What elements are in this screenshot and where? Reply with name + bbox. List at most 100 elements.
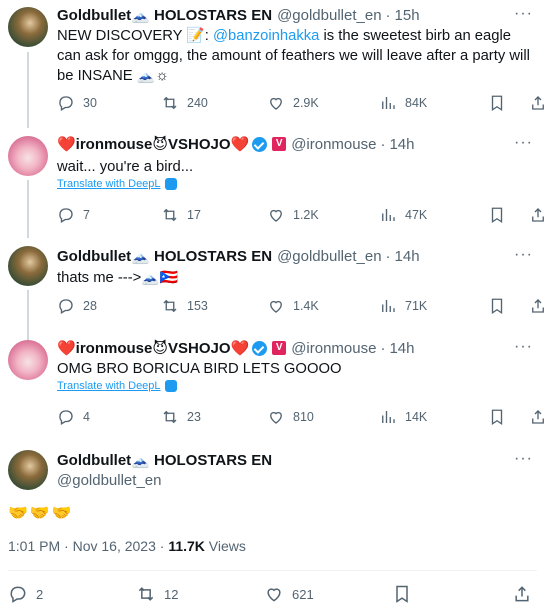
- views-button[interactable]: 84K: [379, 94, 427, 112]
- like-button[interactable]: 1.4K: [267, 297, 319, 315]
- repost-count: 153: [187, 299, 208, 313]
- author-handle[interactable]: @ironmouse: [291, 340, 376, 357]
- bookmark-icon: [491, 207, 503, 224]
- bookmark-icon: [396, 585, 408, 603]
- tweet-4[interactable]: ❤️ironmouse😈VSHOJO❤️ V @ironmouse · 14h …: [0, 334, 545, 434]
- share-button[interactable]: [529, 94, 545, 112]
- tweet-3[interactable]: Goldbullet🗻 HOLOSTARS EN @goldbullet_en …: [0, 240, 545, 344]
- reply-count: 4: [83, 410, 90, 424]
- author-name[interactable]: ❤️ironmouse😈VSHOJO❤️: [57, 135, 249, 153]
- thread-line: [27, 180, 29, 238]
- more-options-icon[interactable]: ···: [514, 450, 533, 468]
- tweet-time[interactable]: 14h: [389, 136, 414, 153]
- more-options-icon[interactable]: ···: [514, 246, 533, 264]
- repost-count: 12: [164, 586, 179, 602]
- avatar-goldbullet[interactable]: [8, 450, 48, 490]
- repost-button[interactable]: 240: [161, 94, 208, 112]
- reply-icon: [59, 299, 73, 314]
- heart-icon: [270, 97, 282, 110]
- repost-icon: [138, 587, 154, 601]
- separator-dot: ·: [380, 339, 386, 357]
- avatar-goldbullet[interactable]: [8, 7, 48, 47]
- more-options-icon[interactable]: ···: [514, 134, 533, 152]
- reply-button[interactable]: 7: [57, 206, 90, 224]
- timestamp-text[interactable]: 1:01 PM · Nov 16, 2023 ·: [8, 538, 168, 554]
- repost-button[interactable]: 153: [161, 297, 208, 315]
- heart-icon: [270, 300, 282, 313]
- repost-icon: [163, 410, 177, 424]
- more-options-icon[interactable]: ···: [514, 338, 533, 356]
- bookmark-button[interactable]: [488, 408, 506, 426]
- avatar-ironmouse[interactable]: [8, 340, 48, 380]
- bookmark-button[interactable]: [392, 584, 412, 604]
- verified-badge-icon: [252, 340, 268, 356]
- bookmark-icon: [491, 409, 503, 426]
- repost-button[interactable]: 12: [136, 584, 178, 604]
- reply-button[interactable]: 28: [57, 297, 97, 315]
- share-icon: [532, 299, 544, 313]
- bookmark-button[interactable]: [488, 206, 506, 224]
- reply-count: 28: [83, 299, 97, 313]
- reply-icon: [10, 586, 26, 603]
- like-button[interactable]: 810: [267, 408, 314, 426]
- author-handle[interactable]: @goldbullet_en: [277, 7, 381, 24]
- tweet-time[interactable]: 14h: [395, 248, 420, 265]
- reply-button[interactable]: 30: [57, 94, 97, 112]
- repost-count: 23: [187, 410, 201, 424]
- bookmark-button[interactable]: [488, 297, 506, 315]
- mention-link[interactable]: @banzoinhakka: [213, 28, 319, 44]
- views-button[interactable]: 14K: [379, 408, 427, 426]
- translate-link[interactable]: Translate with DeepL: [57, 380, 177, 392]
- tweet-actions: 7 17 1.2K 47K: [57, 206, 544, 226]
- reply-count: 30: [83, 96, 97, 110]
- repost-count: 17: [187, 208, 201, 222]
- author-name[interactable]: Goldbullet🗻 HOLOSTARS EN: [57, 451, 272, 469]
- tweet-header: Goldbullet🗻 HOLOSTARS EN @goldbullet_en …: [57, 5, 420, 25]
- like-button[interactable]: 2.9K: [267, 94, 319, 112]
- like-button[interactable]: 1.2K: [267, 206, 319, 224]
- like-count: 621: [292, 586, 314, 602]
- share-button[interactable]: [529, 408, 545, 426]
- views-count: 14K: [405, 410, 428, 424]
- tweet-time[interactable]: 15h: [395, 7, 420, 24]
- share-button[interactable]: [529, 206, 545, 224]
- tweet-timestamp: 1:01 PM · Nov 16, 2023 · 11.7K Views: [8, 538, 246, 554]
- views-count: 47K: [405, 208, 428, 222]
- author-handle[interactable]: @goldbullet_en: [57, 472, 161, 489]
- tweet-header: ❤️ironmouse😈VSHOJO❤️ V @ironmouse · 14h: [57, 134, 414, 154]
- repost-button[interactable]: 23: [161, 408, 201, 426]
- bookmark-icon: [491, 95, 503, 112]
- tweet-actions: 4 23 810 14K: [57, 408, 544, 428]
- like-button[interactable]: 621: [264, 584, 314, 604]
- author-handle[interactable]: @goldbullet_en: [277, 248, 381, 265]
- verified-badge-icon: [252, 136, 268, 152]
- author-name[interactable]: Goldbullet🗻 HOLOSTARS EN: [57, 247, 272, 265]
- translate-label: Translate with DeepL: [57, 380, 161, 392]
- like-count: 810: [293, 410, 314, 424]
- reply-button[interactable]: 2: [8, 584, 43, 604]
- author-handle[interactable]: @ironmouse: [291, 136, 376, 153]
- views-button[interactable]: 47K: [379, 206, 427, 224]
- separator-dot: ·: [385, 6, 391, 24]
- deepl-icon: [164, 380, 177, 392]
- translate-link[interactable]: Translate with DeepL: [57, 178, 177, 190]
- more-options-icon[interactable]: ···: [514, 5, 533, 23]
- author-name[interactable]: Goldbullet🗻 HOLOSTARS EN: [57, 6, 272, 24]
- tweet-2[interactable]: ❤️ironmouse😈VSHOJO❤️ V @ironmouse · 14h …: [0, 130, 545, 238]
- analytics-icon: [382, 97, 395, 109]
- avatar-goldbullet[interactable]: [8, 246, 48, 286]
- tweet-time[interactable]: 14h: [389, 340, 414, 357]
- share-button[interactable]: [512, 584, 532, 604]
- bookmark-button[interactable]: [488, 94, 506, 112]
- tweet-1[interactable]: Goldbullet🗻 HOLOSTARS EN @goldbullet_en …: [0, 0, 545, 128]
- views-button[interactable]: 71K: [379, 297, 427, 315]
- repost-count: 240: [187, 96, 208, 110]
- share-button[interactable]: [529, 297, 545, 315]
- analytics-icon: [382, 300, 395, 312]
- author-name[interactable]: ❤️ironmouse😈VSHOJO❤️: [57, 339, 249, 357]
- heart-icon: [267, 588, 281, 602]
- avatar-ironmouse[interactable]: [8, 136, 48, 176]
- reply-button[interactable]: 4: [57, 408, 90, 426]
- tweet-header: ❤️ironmouse😈VSHOJO❤️ V @ironmouse · 14h: [57, 338, 414, 358]
- repost-button[interactable]: 17: [161, 206, 201, 224]
